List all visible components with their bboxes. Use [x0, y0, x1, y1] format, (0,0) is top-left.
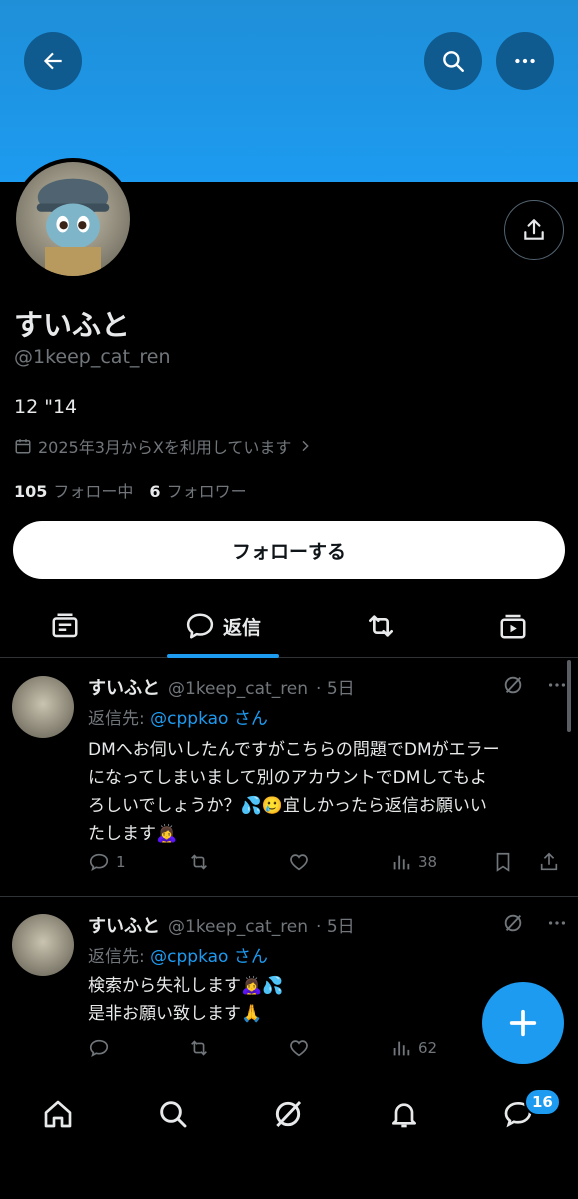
tweet-avatar[interactable]	[12, 676, 74, 738]
tweet-header: すいふと @1keep_cat_ren · 5日	[88, 912, 355, 938]
tweet-text[interactable]: 検索から失礼します🙇‍♀️💦 是非お願い致します🙏	[88, 972, 528, 1028]
posts-icon	[52, 613, 78, 638]
tweet-author-name[interactable]: すいふと	[88, 912, 160, 938]
arrow-left-icon	[43, 52, 62, 70]
avatar-image	[16, 162, 130, 276]
media-icon	[500, 614, 526, 639]
chevron-right-icon	[302, 440, 310, 452]
follow-button[interactable]: フォローする	[13, 521, 565, 579]
views-chart-icon	[393, 1041, 410, 1056]
nav-home[interactable]	[38, 1094, 78, 1134]
home-icon	[44, 1100, 72, 1128]
plus-icon	[509, 1009, 537, 1037]
more-horizontal-icon[interactable]	[546, 674, 568, 696]
messages-badge: 16	[524, 1088, 561, 1116]
tab-reposts[interactable]	[336, 596, 426, 656]
reply-mention[interactable]: @cppkao さん	[150, 709, 268, 729]
tweet-text[interactable]: DMへお伺いしたんですがこちらの問題でDMがエラー になってしまいまして別のアカ…	[88, 736, 528, 848]
tweet-top-actions	[502, 674, 568, 696]
grok-icon[interactable]	[502, 912, 524, 934]
followers-link[interactable]: 6 フォロワー	[149, 478, 246, 502]
bookmark-button[interactable]	[492, 851, 514, 873]
share-icon	[524, 219, 544, 240]
retweet-icon	[369, 615, 393, 637]
like-button[interactable]	[288, 851, 310, 873]
calendar-icon	[15, 439, 31, 454]
tweet-avatar[interactable]	[12, 914, 74, 976]
heart-icon	[290, 1040, 308, 1057]
reply-button[interactable]: 1	[88, 851, 126, 873]
profile-tabs: 返信	[0, 596, 578, 658]
retweet-icon	[191, 1040, 207, 1056]
reply-context: 返信先: @cppkao さん	[88, 947, 268, 967]
more-horizontal-icon	[515, 58, 535, 64]
profile-bio: 12 "14	[14, 396, 78, 418]
views-button[interactable]: 38	[390, 851, 437, 873]
back-button[interactable]	[24, 32, 82, 90]
following-link[interactable]: 105 フォロー中	[14, 478, 133, 502]
tweet-header: すいふと @1keep_cat_ren · 5日	[88, 674, 355, 700]
retweet-button[interactable]	[188, 1037, 210, 1059]
reply-bubble-icon	[186, 613, 214, 639]
follow-stats: 105 フォロー中 6 フォロワー	[14, 478, 247, 502]
reply-icon	[89, 1039, 109, 1058]
profile-avatar[interactable]	[12, 158, 134, 280]
bookmark-icon	[496, 852, 510, 872]
reply-icon	[89, 853, 109, 872]
nav-search[interactable]	[153, 1094, 193, 1134]
tweet-divider	[0, 896, 578, 897]
joined-date[interactable]: 2025年3月からXを利用しています	[14, 434, 313, 458]
profile-banner[interactable]	[0, 0, 578, 182]
tab-media[interactable]	[468, 596, 558, 656]
heart-icon	[290, 854, 308, 871]
profile-name: すいふと	[14, 308, 131, 342]
search-button[interactable]	[424, 32, 482, 90]
tweet-time[interactable]: · 5日	[316, 674, 355, 699]
more-horizontal-icon[interactable]	[546, 912, 568, 934]
like-button[interactable]	[288, 1037, 310, 1059]
tweet-author-handle[interactable]: @1keep_cat_ren	[168, 679, 308, 699]
views-chart-icon	[393, 855, 410, 870]
nav-notifications[interactable]	[384, 1094, 424, 1134]
compose-button[interactable]	[482, 982, 564, 1064]
scrollbar[interactable]	[567, 660, 571, 732]
tweet-actions: 1 38	[88, 851, 558, 877]
search-icon	[443, 51, 464, 72]
retweet-button[interactable]	[188, 851, 210, 873]
nav-grok[interactable]	[268, 1094, 308, 1134]
active-tab-indicator	[167, 654, 279, 658]
tab-posts[interactable]	[20, 596, 110, 656]
notifications-icon	[392, 1103, 416, 1128]
reply-button[interactable]	[88, 1037, 110, 1059]
bottom-navigation	[0, 1078, 578, 1199]
tweet-author-handle[interactable]: @1keep_cat_ren	[168, 917, 308, 937]
tab-replies-label: 返信	[222, 616, 261, 639]
squirtle-avatar-icon	[36, 178, 110, 276]
reply-mention[interactable]: @cppkao さん	[150, 947, 268, 967]
profile-handle: @1keep_cat_ren	[14, 346, 171, 368]
grok-icon	[275, 1100, 302, 1128]
joined-text: 2025年3月からXを利用しています	[38, 438, 292, 457]
tweet-time[interactable]: · 5日	[316, 912, 355, 937]
search-icon	[160, 1101, 187, 1128]
share-icon	[540, 852, 558, 871]
tweet-author-name[interactable]: すいふと	[88, 674, 160, 700]
tweet-top-actions	[502, 912, 568, 934]
share-button[interactable]	[504, 200, 564, 260]
more-button[interactable]	[496, 32, 554, 90]
tweet-share-button[interactable]	[538, 851, 560, 873]
retweet-icon	[191, 854, 207, 870]
views-button[interactable]: 62	[390, 1037, 437, 1059]
grok-icon[interactable]	[502, 674, 524, 696]
tab-replies[interactable]: 返信	[167, 596, 279, 656]
reply-context: 返信先: @cppkao さん	[88, 709, 268, 729]
